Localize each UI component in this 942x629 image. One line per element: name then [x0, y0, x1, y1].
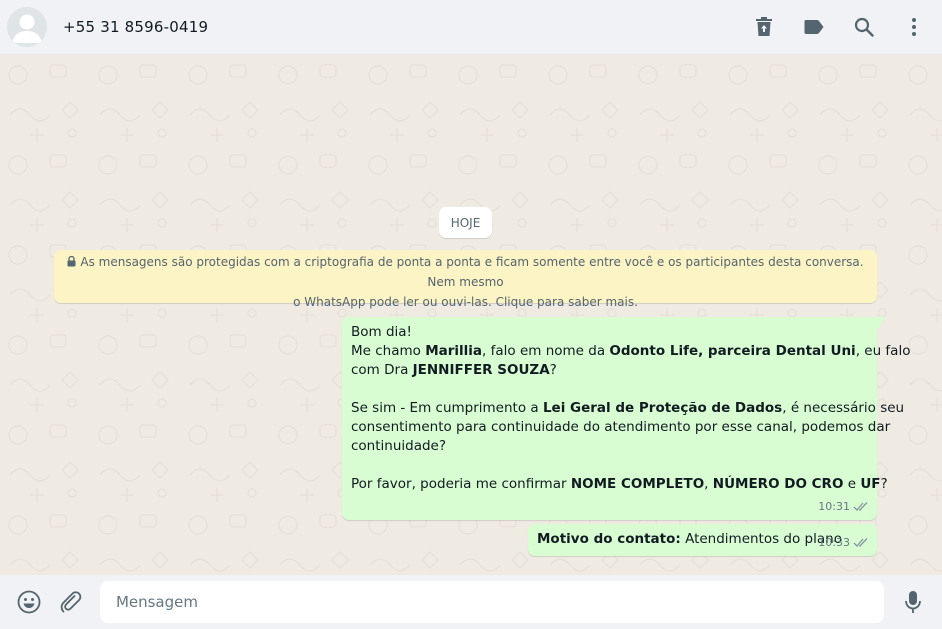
message-line: Por favor, poderia me confirmar NOME COM… [351, 476, 888, 492]
message-line: Me chamo Marillia, falo em nome da Odont… [351, 343, 911, 359]
message-line: consentimento para continuidade do atend… [351, 419, 891, 435]
label-icon [804, 20, 824, 34]
message-time: 10:31 [818, 500, 850, 513]
encryption-notice-line2: o WhatsApp pode ler ou ouvi-las. Clique … [293, 295, 638, 309]
chat-header: +55 31 8596-0419 [0, 0, 942, 55]
encryption-notice-line1: As mensagens são protegidas com a cripto… [80, 255, 864, 289]
message-meta: 10:31 [818, 497, 869, 516]
message-bubble[interactable]: Motivo do contato: Atendimentos do plano… [528, 524, 877, 556]
paperclip-icon [60, 591, 82, 613]
message-meta: 10:33 [818, 533, 869, 552]
microphone-icon [905, 591, 921, 613]
delete-button[interactable] [752, 15, 776, 39]
message-line: Bom dia! [351, 324, 412, 340]
emoji-icon [17, 590, 41, 614]
message-line: com Dra JENNIFFER SOUZA? [351, 362, 557, 378]
menu-icon [912, 18, 916, 36]
menu-button[interactable] [902, 15, 926, 39]
search-button[interactable] [852, 15, 876, 39]
lock-icon [67, 256, 76, 267]
message-line: Se sim - Em cumprimento a Lei Geral de P… [351, 400, 905, 416]
chat-area[interactable]: HOJE As mensagens são protegidas com a c… [0, 55, 942, 575]
contact-name[interactable]: +55 31 8596-0419 [63, 18, 208, 36]
search-icon [854, 17, 874, 37]
header-actions [726, 15, 926, 39]
message-input[interactable] [99, 581, 885, 623]
composer [0, 575, 942, 629]
delete-icon [756, 17, 772, 36]
message-bubble[interactable]: Bom dia! Me chamo Marillia, falo em nome… [342, 317, 911, 520]
avatar[interactable] [7, 7, 47, 47]
double-check-icon [853, 502, 868, 511]
voice-button[interactable] [900, 589, 926, 615]
label-button[interactable] [802, 15, 826, 39]
encryption-notice[interactable]: As mensagens são protegidas com a cripto… [54, 250, 877, 309]
date-chip: HOJE [439, 207, 492, 238]
attach-button[interactable] [58, 589, 84, 615]
bubble-tail [877, 317, 885, 330]
emoji-button[interactable] [16, 589, 42, 615]
message-line: continuidade? [351, 438, 447, 454]
double-check-icon [853, 538, 868, 547]
message-time: 10:33 [818, 536, 850, 549]
